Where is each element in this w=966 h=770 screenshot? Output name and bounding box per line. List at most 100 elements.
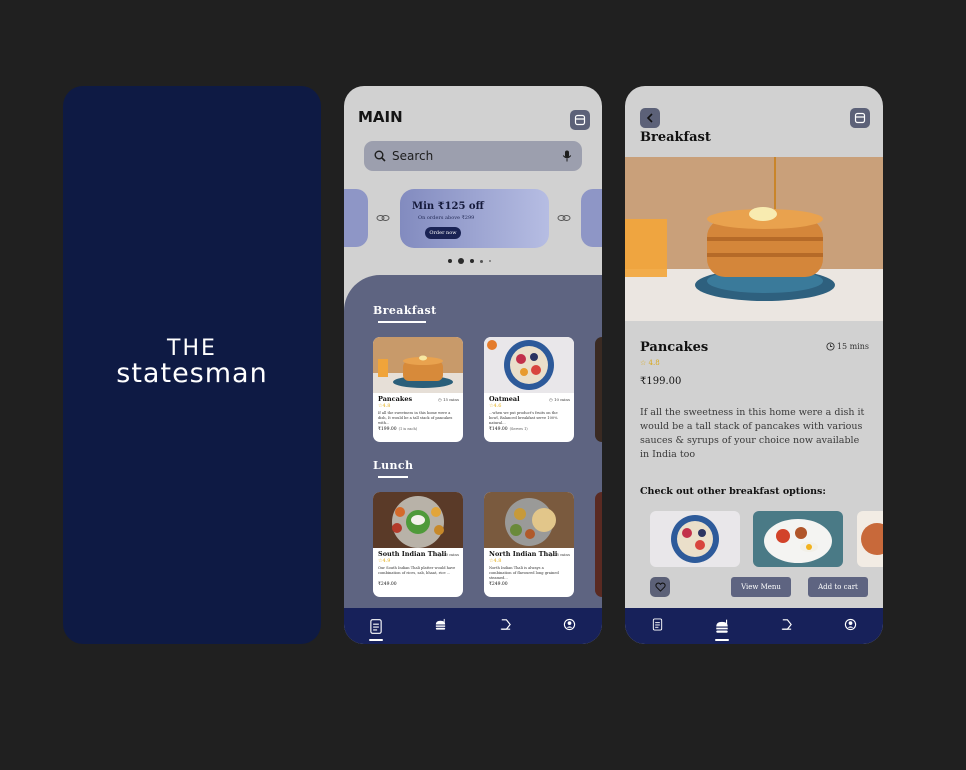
menu-sheet: Breakfast Pancakes ◷ 15 mins ☆4.8 If all…: [344, 275, 602, 644]
splash-screen: THE statesman: [63, 86, 321, 644]
promo-card[interactable]: Min ₹125 off On orders above ₹299 Order …: [400, 189, 549, 248]
food-desc: ...when we put product's fruits on the b…: [489, 411, 558, 425]
food-name: Pancakes: [640, 340, 709, 355]
carousel-dot[interactable]: [480, 259, 483, 263]
food-card-south-indian-thali[interactable]: South Indian Thali ◷ 20 mins ☆4.9 Our So…: [373, 492, 463, 597]
food-price: ₹199.00 (1 is each): [378, 427, 418, 432]
add-to-cart-button[interactable]: Add to cart: [808, 577, 868, 597]
clock-icon: [826, 342, 835, 351]
section-underline: [378, 476, 408, 478]
cart-button[interactable]: [570, 110, 590, 130]
food-name: Oatmeal: [489, 395, 520, 403]
burger-icon: [716, 619, 728, 633]
carousel-dot[interactable]: [448, 259, 452, 263]
food-card-pancakes[interactable]: Pancakes ◷ 15 mins ☆4.8 If all the sweet…: [373, 337, 463, 442]
food-price: ₹149.00 (Serves 1): [489, 427, 528, 432]
carousel-dot[interactable]: [470, 259, 474, 263]
view-menu-button[interactable]: View Menu: [731, 577, 791, 597]
nav-active-indicator: [369, 639, 384, 641]
nav-active-indicator: [714, 639, 729, 641]
cart-icon: [574, 114, 586, 126]
bottom-nav: [344, 608, 602, 644]
food-time: ◷ 15 mins: [438, 397, 459, 402]
heart-icon: [654, 582, 666, 592]
star-icon: ☆4.8: [489, 558, 502, 564]
promo-title: Min ₹125 off: [412, 201, 484, 212]
food-price: ₹249.00: [378, 582, 397, 587]
page-title: Breakfast: [640, 130, 711, 145]
profile-icon: [564, 618, 576, 631]
food-name: North Indian Thali: [489, 550, 558, 558]
star-icon: ☆4.8: [378, 403, 391, 409]
page-title: MAIN: [358, 108, 403, 126]
star-icon: ☆4.9: [378, 558, 391, 564]
promo-card-prev[interactable]: [344, 189, 368, 247]
food-description: If all the sweetness in this home were a…: [640, 407, 865, 460]
south-thali-image: [373, 492, 463, 548]
order-icon: [781, 619, 792, 630]
logo-line-2: statesman: [116, 358, 268, 389]
search-icon: [374, 150, 386, 162]
food-card-oatmeal[interactable]: Oatmeal ◷ 10 mins ☆4.6 ...when we put pr…: [484, 337, 574, 442]
nav-profile[interactable]: [562, 618, 578, 634]
carousel-dot-active[interactable]: [458, 258, 464, 264]
bottom-nav: [625, 608, 883, 644]
food-price: ₹199.00: [640, 376, 682, 387]
star-icon: ☆ 4.8: [640, 359, 660, 367]
nav-food[interactable]: [714, 618, 730, 641]
option-partial[interactable]: [857, 511, 883, 567]
pancakes-hero-image: [625, 157, 883, 321]
section-underline: [378, 321, 426, 323]
other-options-title: Check out other breakfast options:: [640, 486, 826, 497]
promo-subtitle: On orders above ₹299: [418, 215, 475, 221]
food-price: ₹249.00: [489, 582, 508, 587]
pancakes-image: [373, 337, 463, 393]
order-now-button[interactable]: Order now: [425, 227, 461, 239]
profile-icon: [845, 618, 857, 631]
mic-icon[interactable]: [562, 150, 572, 162]
food-card-north-indian-thali[interactable]: North Indian Thali ◷ 25 mins ☆4.8 North …: [484, 492, 574, 597]
section-title-lunch: Lunch: [373, 459, 414, 472]
nav-orders[interactable]: [497, 618, 513, 634]
burger-icon: [436, 618, 446, 630]
back-button[interactable]: [640, 108, 660, 128]
link-icon: [557, 215, 571, 221]
option-english-breakfast[interactable]: [753, 511, 843, 567]
north-thali-image: [484, 492, 574, 548]
nav-orders[interactable]: [778, 618, 794, 634]
star-icon: ☆4.6: [489, 403, 502, 409]
oatmeal-image: [484, 337, 574, 393]
detail-screen: Breakfast Pancakes 15 mins ☆ 4.8 ₹199.00…: [625, 86, 883, 644]
section-title-breakfast: Breakfast: [373, 304, 437, 317]
main-screen: MAIN Search Min ₹125 off On orders above…: [344, 86, 602, 644]
food-card-partial[interactable]: [595, 492, 602, 597]
nav-menu[interactable]: [649, 618, 665, 634]
promo-card-next[interactable]: [581, 189, 602, 247]
food-time: 15 mins: [826, 342, 869, 351]
food-name: Pancakes: [378, 395, 413, 403]
search-input[interactable]: Search: [364, 141, 582, 171]
food-desc: North Indian Thali is always a combinati…: [489, 566, 559, 580]
food-card-partial[interactable]: [595, 337, 602, 442]
nav-food[interactable]: [433, 618, 449, 634]
search-placeholder: Search: [392, 149, 434, 163]
menu-doc-icon: [652, 618, 662, 631]
logo-line-1: THE: [167, 336, 217, 361]
favorite-button[interactable]: [650, 577, 670, 597]
back-icon: [646, 113, 653, 123]
statesman-logo: THE statesman: [63, 338, 321, 388]
carousel-dots: [448, 258, 491, 264]
food-desc: Our South Indian Thali platter would hav…: [378, 566, 456, 575]
food-time: ◷ 25 mins: [549, 552, 570, 557]
option-oatmeal[interactable]: [650, 511, 740, 567]
food-name: South Indian Thali: [378, 550, 447, 558]
nav-profile[interactable]: [843, 618, 859, 634]
cart-button[interactable]: [850, 108, 870, 128]
food-time: ◷ 10 mins: [549, 397, 570, 402]
cart-icon: [854, 112, 866, 124]
nav-menu[interactable]: [368, 618, 384, 641]
food-time: ◷ 20 mins: [438, 552, 459, 557]
carousel-dot[interactable]: [489, 260, 491, 262]
link-icon: [376, 215, 390, 221]
order-icon: [500, 619, 511, 630]
